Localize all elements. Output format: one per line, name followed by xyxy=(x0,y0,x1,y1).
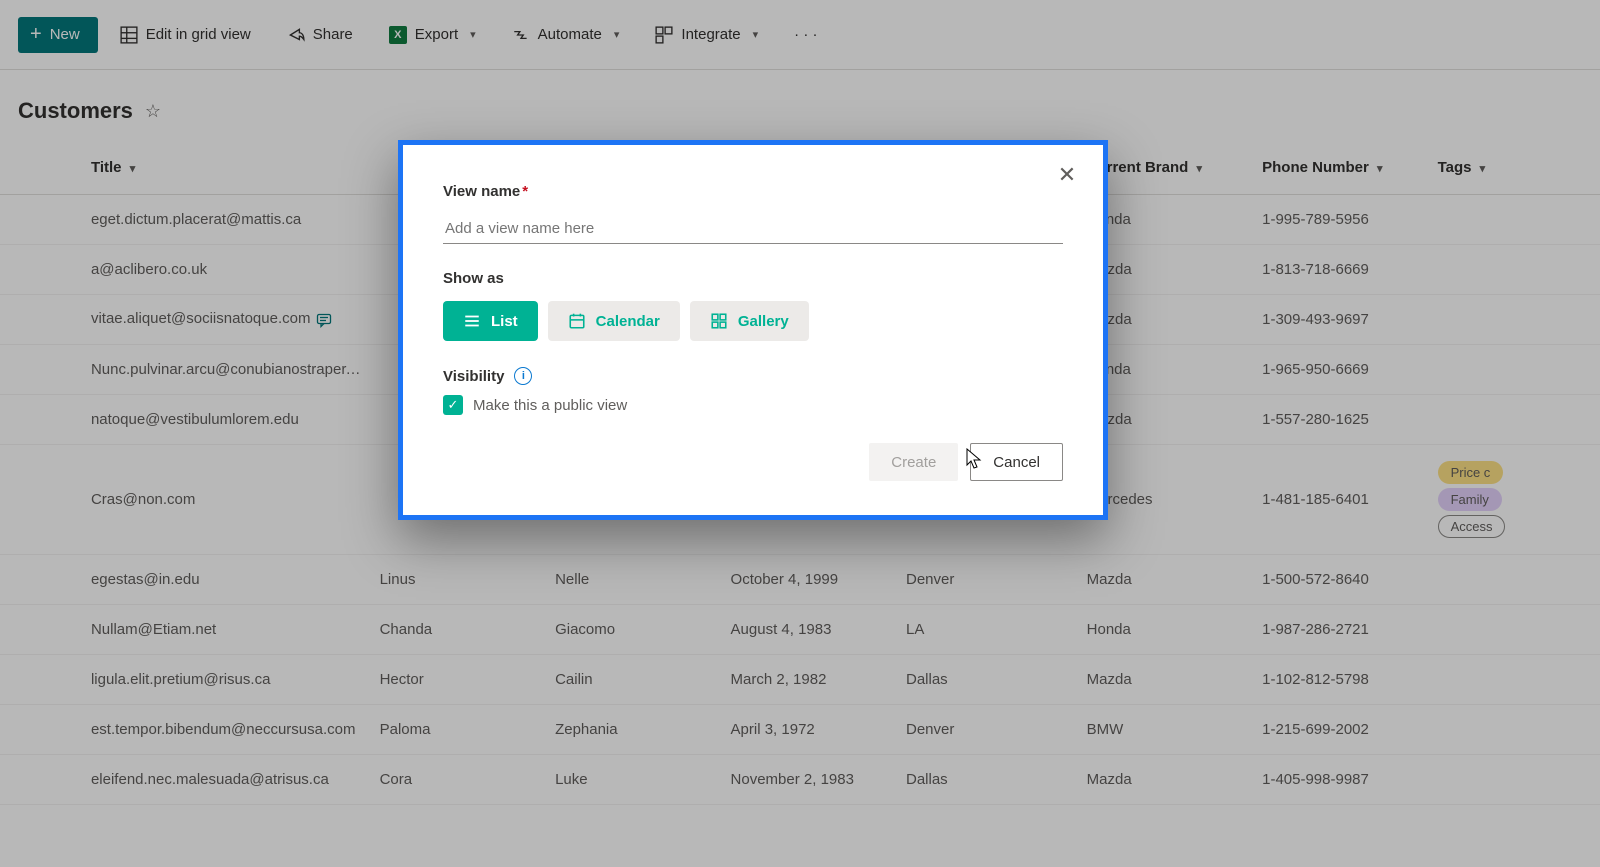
show-as-gallery[interactable]: Gallery xyxy=(690,301,809,341)
calendar-icon xyxy=(568,312,586,330)
public-view-label: Make this a public view xyxy=(473,397,627,414)
gallery-icon xyxy=(710,312,728,330)
close-button[interactable]: ✕ xyxy=(1053,161,1081,189)
visibility-label: Visibility xyxy=(443,368,504,385)
show-as-label: Show as xyxy=(443,270,1063,287)
show-as-options: List Calendar Gallery xyxy=(443,301,1063,341)
check-icon: ✓ xyxy=(448,397,459,413)
create-button: Create xyxy=(869,443,958,481)
close-icon: ✕ xyxy=(1058,162,1076,188)
view-name-input[interactable] xyxy=(443,214,1063,244)
list-icon xyxy=(463,312,481,330)
view-name-label: View name* xyxy=(443,183,1063,200)
info-icon[interactable]: i xyxy=(514,367,532,385)
cancel-button[interactable]: Cancel xyxy=(970,443,1063,481)
show-as-list[interactable]: List xyxy=(443,301,538,341)
show-as-calendar[interactable]: Calendar xyxy=(548,301,680,341)
create-view-dialog: ✕ View name* Show as List Calendar xyxy=(398,140,1108,520)
public-view-checkbox[interactable]: ✓ xyxy=(443,395,463,415)
